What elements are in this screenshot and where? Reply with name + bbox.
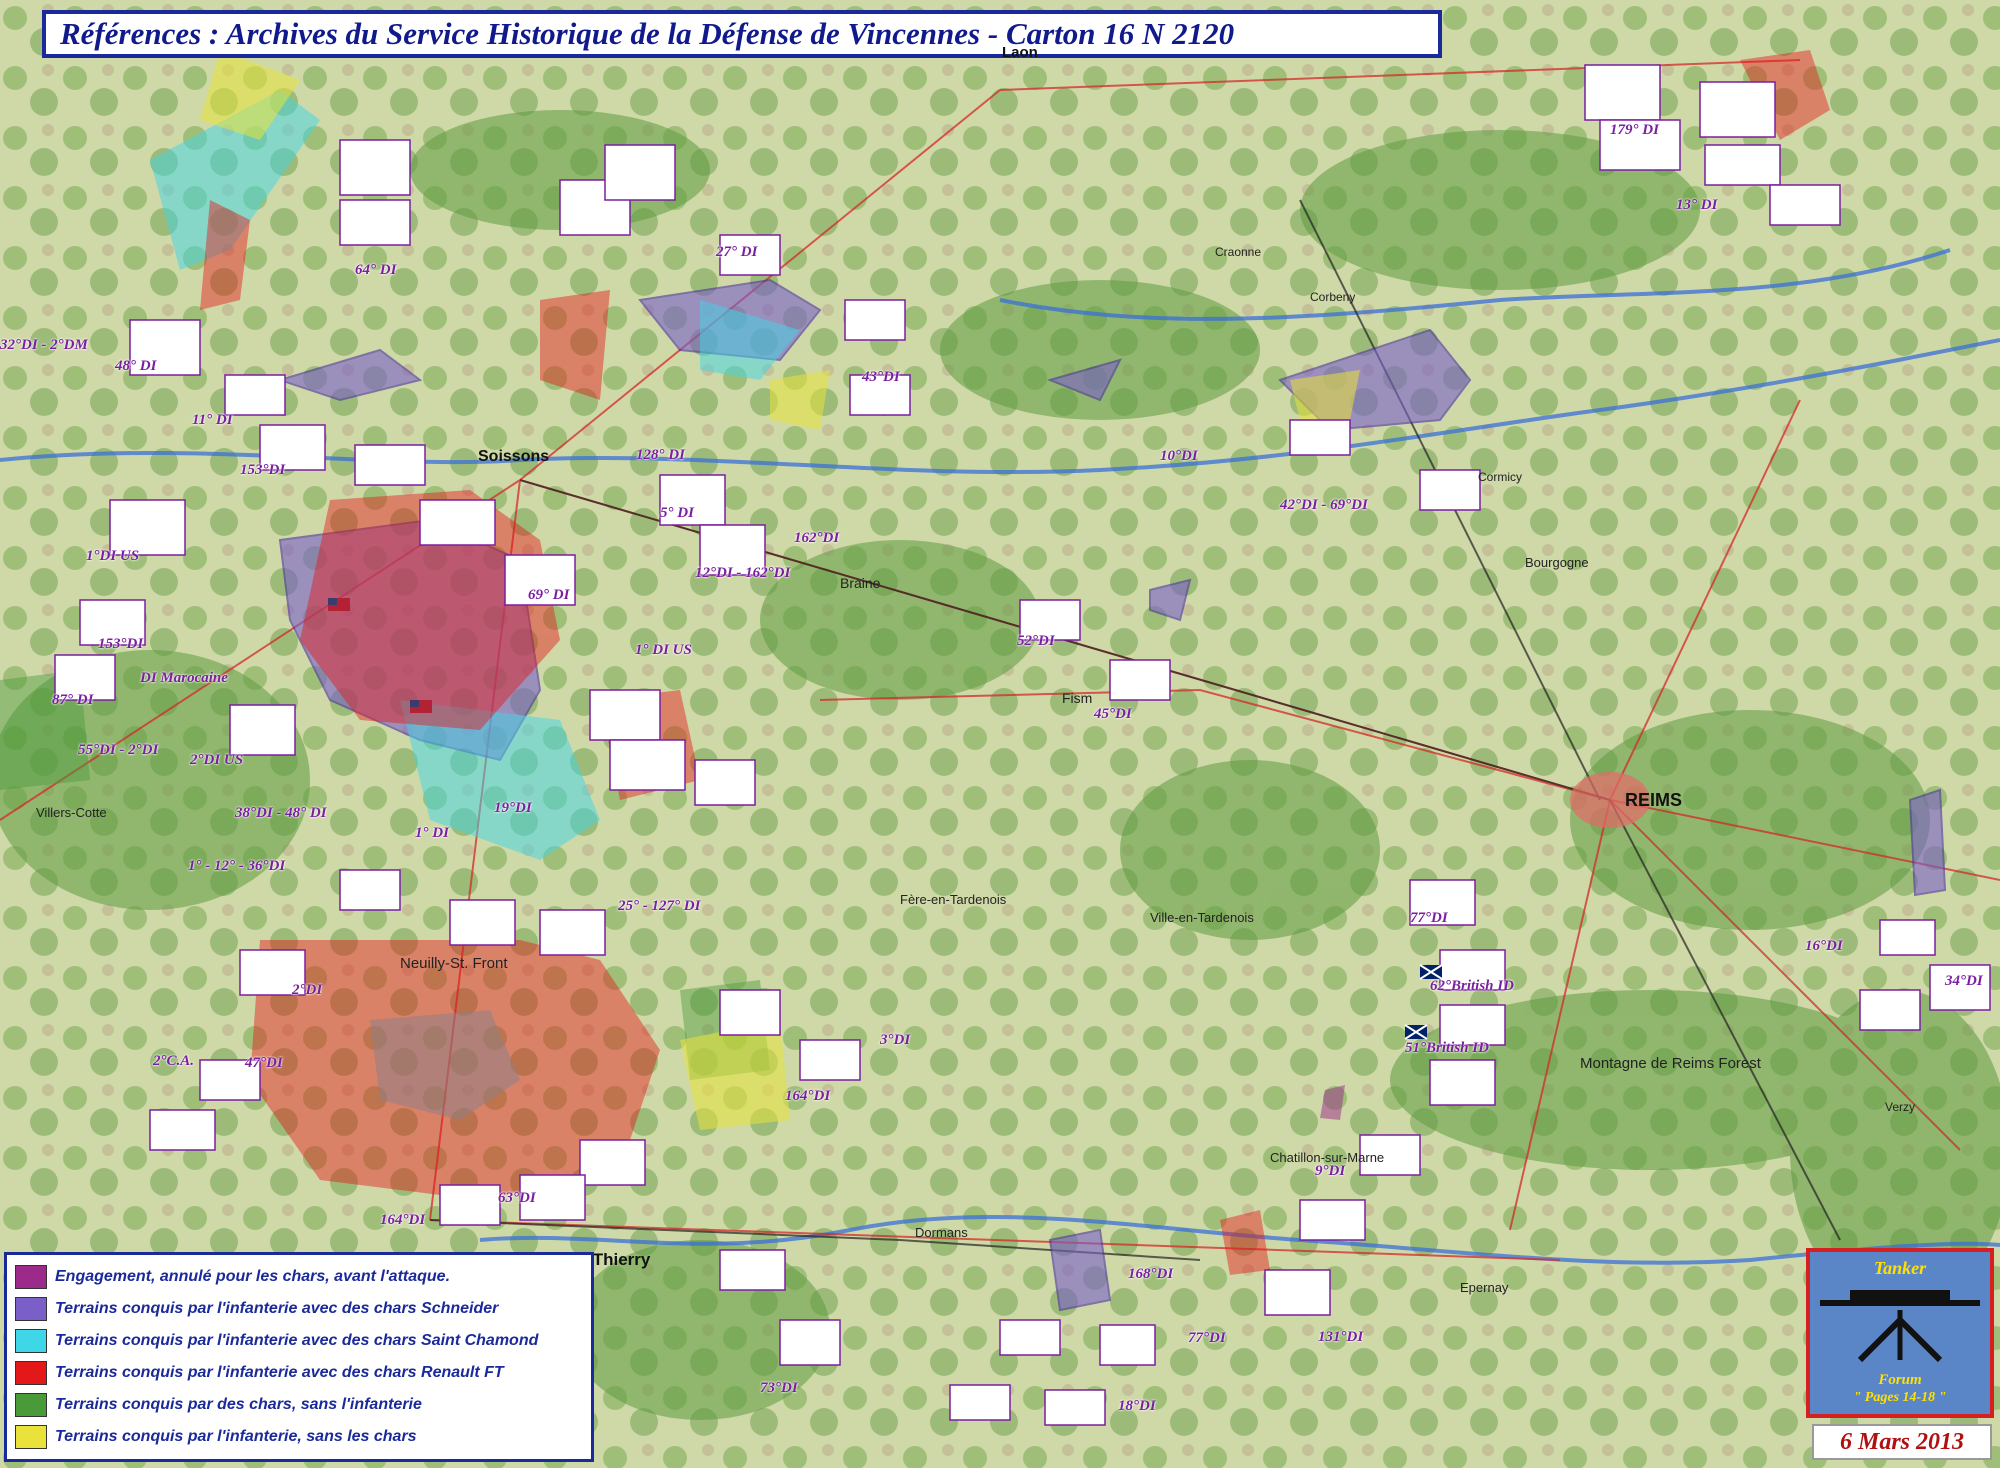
unit-label: 3°DI	[880, 1032, 911, 1048]
legend-item: Terrains conquis par des chars, sans l'i…	[15, 1389, 583, 1421]
unit-label: 10°DI	[1160, 448, 1198, 464]
unit-label: 153°DI	[240, 462, 286, 478]
unit-label: 32°DI - 2°DM	[0, 337, 88, 353]
date-stamp: 6 Mars 2013	[1812, 1424, 1992, 1460]
map-title: Références : Archives du Service Histori…	[60, 16, 1235, 51]
unit-label: 25° - 127° DI	[618, 898, 701, 914]
map-legend: Engagement, annulé pour les chars, avant…	[4, 1252, 594, 1462]
logo-pages: " Pages 14-18 "	[1853, 1390, 1947, 1405]
tanker-forum-logo: Tanker Forum " Pages 14-18 "	[1806, 1248, 1994, 1418]
unit-label: 34°DI	[1945, 973, 1983, 989]
unit-label: DI Marocaine	[140, 670, 228, 686]
unit-label: 164°DI	[380, 1212, 426, 1228]
unit-label: 131°DI	[1318, 1329, 1364, 1345]
unit-label: 13° DI	[1676, 197, 1718, 213]
unit-label: 27° DI	[716, 244, 758, 260]
unit-label: 179° DI	[1610, 122, 1659, 138]
place-dormans: Dormans	[915, 1225, 968, 1240]
unit-label: 51°British ID	[1405, 1040, 1489, 1056]
unit-label: 64° DI	[355, 262, 397, 278]
place-bourgogne: Bourgogne	[1525, 555, 1589, 570]
legend-swatch	[15, 1393, 47, 1417]
city-laon: Laon	[1002, 44, 1038, 61]
unit-label: 48° DI	[115, 358, 157, 374]
place-neuilly: Neuilly-St. Front	[400, 955, 508, 972]
logo-title: Tanker	[1873, 1258, 1927, 1278]
legend-label: Terrains conquis par l'infanterie avec d…	[55, 1332, 539, 1349]
unit-label: 11° DI	[192, 412, 233, 428]
unit-label: 77°DI	[1188, 1330, 1226, 1346]
unit-label: 62°British ID	[1430, 978, 1514, 994]
legend-label: Terrains conquis par des chars, sans l'i…	[55, 1396, 422, 1413]
unit-label: 1° DI	[415, 825, 449, 841]
unit-label: 77°DI	[1410, 910, 1448, 926]
place-cormicy: Cormicy	[1478, 470, 1522, 484]
legend-swatch	[15, 1361, 47, 1385]
legend-swatch	[15, 1265, 47, 1289]
unit-label: 1° DI US	[635, 642, 692, 658]
unit-label: 12°DI - 162°DI	[695, 565, 791, 581]
unit-label: 18°DI	[1118, 1398, 1156, 1414]
legend-item: Engagement, annulé pour les chars, avant…	[15, 1261, 583, 1293]
place-fere: Fère-en-Tardenois	[900, 892, 1007, 907]
place-villers-cotterets: Villers-Cotte	[36, 805, 107, 820]
legend-swatch	[15, 1297, 47, 1321]
legend-item: Terrains conquis par l'infanterie avec d…	[15, 1325, 583, 1357]
unit-label: 1°DI US	[86, 548, 140, 564]
unit-label: 19°DI	[494, 800, 532, 816]
map-canvas	[0, 0, 2000, 1468]
legend-label: Terrains conquis par l'infanterie avec d…	[55, 1300, 499, 1317]
unit-label: 45°DI	[1094, 706, 1132, 722]
unit-label: 168°DI	[1128, 1266, 1174, 1282]
title-banner: Références : Archives du Service Histori…	[42, 10, 1442, 58]
unit-label: 38°DI - 48° DI	[235, 805, 327, 821]
legend-swatch	[15, 1329, 47, 1353]
legend-label: Terrains conquis par l'infanterie avec d…	[55, 1364, 504, 1381]
place-craonne: Craonne	[1215, 245, 1262, 259]
unit-label: 87° DI	[52, 692, 94, 708]
unit-label: 73°DI	[760, 1380, 798, 1396]
unit-label: 164°DI	[785, 1088, 831, 1104]
place-braine: Braine	[840, 575, 881, 591]
unit-label: 153°DI	[98, 636, 144, 652]
legend-label: Terrains conquis par l'infanterie, sans …	[55, 1428, 417, 1445]
place-epernay: Epernay	[1460, 1280, 1509, 1295]
unit-label: 55°DI - 2°DI	[78, 742, 159, 758]
unit-label: 52°DI	[1017, 633, 1055, 649]
legend-item: Terrains conquis par l'infanterie avec d…	[15, 1357, 583, 1389]
unit-label: 2°DI	[292, 982, 323, 998]
unit-label: 9°DI	[1315, 1163, 1346, 1179]
unit-label: 63°DI	[498, 1190, 536, 1206]
unit-label: 42°DI - 69°DI	[1280, 497, 1368, 513]
place-montagne: Montagne de Reims Forest	[1580, 1055, 1761, 1072]
unit-label: 128° DI	[636, 447, 685, 463]
unit-label: 43°DI	[862, 369, 900, 385]
city-reims: REIMS	[1625, 790, 1683, 810]
unit-label: 2°DI US	[190, 752, 244, 768]
legend-item: Terrains conquis par l'infanterie, sans …	[15, 1421, 583, 1453]
unit-label: 69° DI	[528, 587, 570, 603]
place-verzy: Verzy	[1885, 1100, 1916, 1114]
unit-label: 5° DI	[660, 505, 694, 521]
unit-label: 47°DI	[245, 1055, 283, 1071]
legend-label: Engagement, annulé pour les chars, avant…	[55, 1268, 451, 1285]
legend-swatch	[15, 1425, 47, 1449]
unit-label: 1° - 12° - 36°DI	[188, 858, 286, 874]
logo-forum: Forum	[1878, 1372, 1922, 1388]
tank-silhouette-icon	[1820, 1290, 1980, 1363]
city-soissons: Soissons	[478, 448, 550, 465]
legend-item: Terrains conquis par l'infanterie avec d…	[15, 1293, 583, 1325]
place-corbeny: Corbeny	[1310, 290, 1356, 304]
place-ville-tardenois: Ville-en-Tardenois	[1150, 910, 1254, 925]
unit-label: 162°DI	[794, 530, 840, 546]
unit-label: 16°DI	[1805, 938, 1843, 954]
unit-label: 2°C.A.	[153, 1053, 195, 1069]
place-fismes: Fism	[1062, 690, 1093, 706]
